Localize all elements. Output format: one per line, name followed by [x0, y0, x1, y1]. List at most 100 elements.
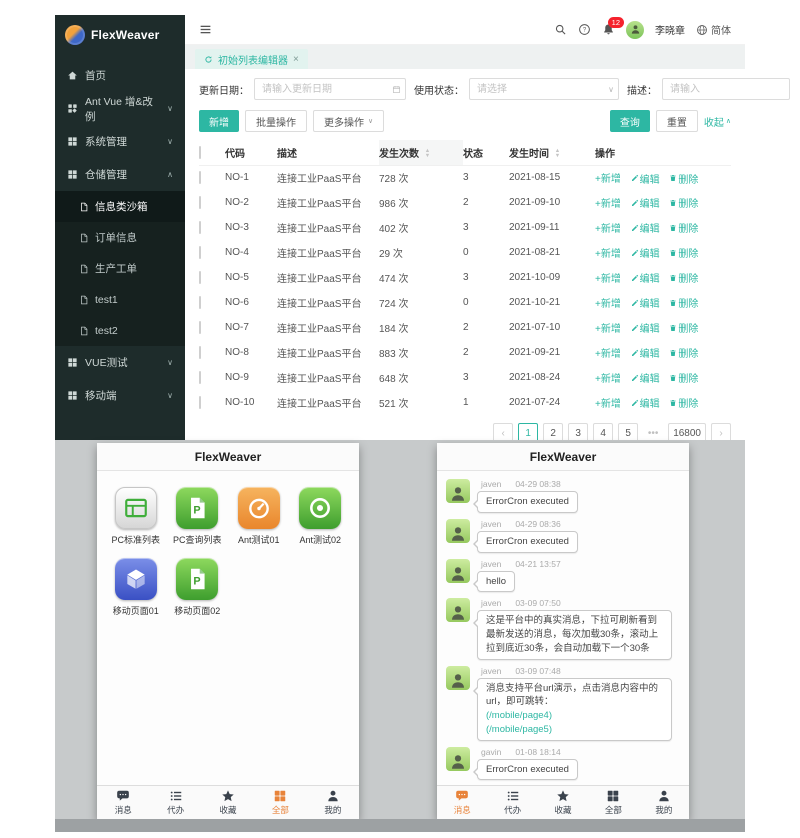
row-checkbox[interactable] [199, 221, 201, 234]
sorter-icon[interactable]: ▲ ▼ [425, 148, 430, 159]
sidebar-subitem[interactable]: 信息类沙箱 [55, 191, 185, 222]
tabbar-item[interactable]: 消息 [97, 786, 149, 819]
row-add-link[interactable]: +新增 [595, 195, 621, 210]
sidebar-item[interactable]: 首页 [55, 59, 185, 92]
sidebar-item[interactable]: VUE测试 ∨ [55, 346, 185, 379]
app-shortcut[interactable]: PC查询列表 [167, 487, 229, 546]
more-actions-button[interactable]: 更多操作 ∨ [313, 110, 385, 132]
logo-text: FlexWeaver [91, 28, 160, 42]
row-delete-link[interactable]: 删除 [669, 270, 698, 285]
row-edit-link[interactable]: 编辑 [631, 220, 660, 235]
row-checkbox[interactable] [199, 196, 201, 209]
row-checkbox[interactable] [199, 171, 201, 185]
tabbar-item[interactable]: 代办 [149, 786, 201, 819]
sidebar-subitem[interactable]: test1 [55, 284, 185, 315]
row-delete-link[interactable]: 删除 [669, 345, 698, 360]
select-all-checkbox[interactable] [199, 145, 201, 159]
tabbar-item[interactable]: 全部 [254, 786, 306, 819]
column-header[interactable]: 代码 [225, 140, 277, 166]
row-checkbox[interactable] [199, 246, 201, 259]
row-edit-link[interactable]: 编辑 [631, 245, 660, 260]
cell-date: 2021-09-10 [509, 197, 561, 208]
row-edit-link[interactable]: 编辑 [631, 295, 660, 310]
row-add-link[interactable]: +新增 [595, 270, 621, 285]
search-icon[interactable] [554, 23, 567, 36]
help-icon[interactable] [578, 23, 591, 36]
sidebar-subitem[interactable]: 生产工单 [55, 253, 185, 284]
column-header[interactable]: 发生次数 ▲ ▼ [379, 140, 463, 166]
sorter-icon[interactable]: ▲ ▼ [555, 148, 560, 159]
row-add-link[interactable]: +新增 [595, 170, 621, 185]
cell-description: 连接工业PaaS平台 [277, 174, 362, 186]
reset-button[interactable]: 重置 [655, 110, 698, 132]
row-edit-link[interactable]: 编辑 [631, 171, 660, 186]
row-add-link[interactable]: +新增 [595, 370, 621, 385]
row-checkbox[interactable] [199, 346, 201, 359]
message-url-link[interactable]: (/mobile/page5) [486, 723, 663, 737]
row-add-link[interactable]: +新增 [595, 245, 621, 260]
row-edit-link[interactable]: 编辑 [631, 270, 660, 285]
filter-input[interactable] [662, 78, 790, 100]
tab-label: 初始列表编辑器 [218, 55, 288, 67]
tab-list-editor[interactable]: 初始列表编辑器 × [195, 49, 308, 69]
tabbar-item[interactable]: 我的 [639, 786, 689, 819]
row-edit-link[interactable]: 编辑 [631, 195, 660, 210]
row-checkbox[interactable] [199, 321, 201, 334]
row-delete-link[interactable]: 删除 [669, 220, 698, 235]
app-shortcut[interactable]: 移动页面01 [105, 558, 167, 617]
row-delete-link[interactable]: 删除 [669, 295, 698, 310]
filter-input[interactable] [469, 78, 619, 100]
row-add-link[interactable]: +新增 [595, 220, 621, 235]
close-icon[interactable]: × [293, 54, 299, 65]
app-shortcut[interactable]: PC标准列表 [105, 487, 167, 546]
row-add-link[interactable]: +新增 [595, 295, 621, 310]
notification-bell[interactable]: 12 [602, 17, 624, 36]
sidebar-subitem[interactable]: 订单信息 [55, 222, 185, 253]
row-delete-link[interactable]: 删除 [669, 370, 698, 385]
tabbar-icon [116, 789, 130, 803]
tabbar-item[interactable]: 收藏 [538, 786, 588, 819]
sidebar-item[interactable]: Ant Vue 增&改例 ∨ [55, 92, 185, 125]
row-add-link[interactable]: +新增 [595, 345, 621, 360]
row-delete-link[interactable]: 删除 [669, 171, 698, 186]
row-delete-link[interactable]: 删除 [669, 245, 698, 260]
row-delete-link[interactable]: 删除 [669, 320, 698, 335]
row-edit-link[interactable]: 编辑 [631, 320, 660, 335]
batch-actions-button[interactable]: 批量操作 [245, 110, 307, 132]
column-header[interactable]: 操作 [595, 140, 731, 166]
app-shortcut[interactable]: Ant测试02 [290, 487, 352, 546]
row-delete-link[interactable]: 删除 [669, 395, 698, 410]
column-header[interactable]: 发生时间 ▲ ▼ [509, 140, 595, 166]
sidebar-item[interactable]: 系统管理 ∨ [55, 125, 185, 158]
row-add-link[interactable]: +新增 [595, 320, 621, 335]
column-header[interactable]: 描述 [277, 140, 379, 166]
sidebar-subitem[interactable]: test2 [55, 315, 185, 346]
message-url-link[interactable]: (/mobile/page4) [486, 709, 663, 723]
avatar[interactable] [626, 20, 644, 39]
row-add-link[interactable]: +新增 [595, 395, 621, 410]
column-header[interactable]: 状态 [463, 140, 509, 166]
filter-input[interactable] [254, 78, 406, 100]
row-edit-link[interactable]: 编辑 [631, 345, 660, 360]
row-checkbox[interactable] [199, 296, 201, 309]
app-shortcut[interactable]: 移动页面02 [167, 558, 229, 617]
tabbar-item[interactable]: 收藏 [202, 786, 254, 819]
hamburger-icon[interactable] [199, 23, 212, 36]
sidebar-item[interactable]: 移动端 ∨ [55, 379, 185, 412]
row-checkbox[interactable] [199, 371, 201, 384]
app-shortcut[interactable]: Ant测试01 [228, 487, 290, 546]
search-button[interactable]: 查询 [609, 110, 650, 132]
sidebar-item[interactable]: 仓储管理 ∧ [55, 158, 185, 191]
row-checkbox[interactable] [199, 396, 201, 409]
tabbar-item[interactable]: 消息 [437, 786, 487, 819]
row-delete-link[interactable]: 删除 [669, 195, 698, 210]
collapse-link[interactable]: 收起 ∧ [704, 114, 731, 129]
language-switcher[interactable]: 简体 [696, 22, 731, 37]
row-checkbox[interactable] [199, 271, 201, 284]
tabbar-item[interactable]: 我的 [307, 786, 359, 819]
add-button[interactable]: 新增 [199, 110, 239, 132]
row-edit-link[interactable]: 编辑 [631, 370, 660, 385]
row-edit-link[interactable]: 编辑 [631, 395, 660, 410]
tabbar-item[interactable]: 代办 [487, 786, 537, 819]
tabbar-item[interactable]: 全部 [588, 786, 638, 819]
